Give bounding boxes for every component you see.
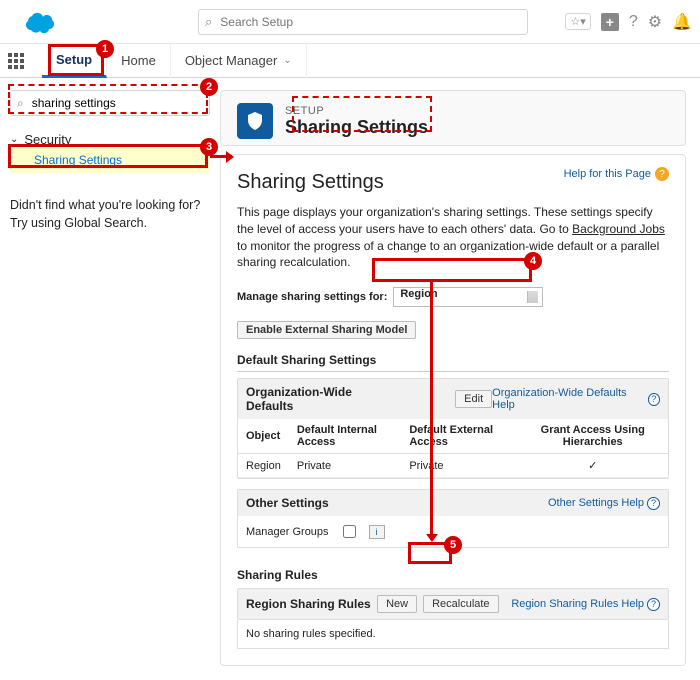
help-icon: ?	[655, 167, 669, 181]
new-sharing-rule-button[interactable]: New	[377, 595, 417, 613]
search-icon: ⌕	[17, 96, 24, 111]
salesforce-cloud-icon	[22, 10, 58, 34]
section-sharing-rules: Sharing Rules	[237, 568, 669, 582]
chevron-down-icon: ⌄	[10, 134, 18, 145]
sidebar-hint: Didn't find what you're looking for? Try…	[10, 197, 210, 232]
page-header: SETUP Sharing Settings	[220, 90, 686, 146]
rules-title: Region Sharing Rules	[246, 597, 371, 611]
tab-setup[interactable]: Setup	[42, 44, 107, 78]
rules-empty: No sharing rules specified.	[237, 620, 669, 649]
help-icon[interactable]: ?	[629, 13, 638, 31]
manage-for-label: Manage sharing settings for:	[237, 291, 387, 303]
page-title: Sharing Settings	[285, 117, 428, 138]
chevron-down-icon: ⌄	[283, 55, 291, 66]
owd-help-link[interactable]: Organization-Wide Defaults Help?	[492, 387, 660, 411]
tree-section-security[interactable]: ⌄ Security	[10, 132, 210, 147]
search-icon: ⌕	[205, 14, 212, 30]
owd-edit-button[interactable]: Edit	[455, 390, 492, 408]
nav-tabs: Setup Home Object Manager⌄	[0, 44, 700, 78]
info-icon[interactable]: i	[369, 525, 385, 539]
page-description: This page displays your organization's s…	[237, 204, 669, 271]
tree-item-sharing-settings[interactable]: Sharing Settings	[10, 147, 210, 173]
create-button[interactable]: +	[601, 13, 619, 31]
manager-groups-label: Manager Groups	[246, 526, 329, 538]
recalculate-button[interactable]: Recalculate	[423, 595, 498, 613]
other-settings-title: Other Settings	[246, 496, 329, 510]
help-icon: ?	[647, 598, 660, 611]
quick-find[interactable]: ⌕	[10, 90, 210, 116]
favorites-button[interactable]: ☆▾	[565, 13, 590, 30]
shield-icon	[237, 103, 273, 139]
global-search-input[interactable]	[218, 14, 521, 30]
notifications-icon[interactable]: 🔔	[672, 12, 692, 32]
quick-find-input[interactable]	[30, 95, 203, 111]
setup-sidebar: ⌕ ⌄ Security Sharing Settings Didn't fin…	[0, 78, 220, 680]
tab-home[interactable]: Home	[107, 44, 171, 78]
main-content: Help for this Page? Sharing Settings Thi…	[220, 154, 686, 666]
app-launcher-icon[interactable]	[8, 53, 32, 69]
global-header: ⌕ ☆▾ + ? ⚙ 🔔	[0, 0, 700, 44]
org-wide-defaults-panel: Organization-Wide Defaults Edit Organiza…	[237, 378, 669, 479]
other-settings-panel: Other Settings Other Settings Help? Mana…	[237, 489, 669, 548]
tab-object-manager[interactable]: Object Manager⌄	[171, 44, 307, 78]
global-search[interactable]: ⌕	[198, 9, 528, 35]
rules-help-link[interactable]: Region Sharing Rules Help?	[511, 598, 660, 611]
gear-icon[interactable]: ⚙	[648, 12, 662, 32]
owd-table: Object Default Internal Access Default E…	[238, 419, 668, 478]
table-row: Region Private Private ✓	[238, 454, 668, 478]
manager-groups-checkbox[interactable]	[343, 525, 356, 538]
breadcrumb: SETUP	[285, 105, 428, 117]
background-jobs-link[interactable]: Background Jobs	[572, 222, 665, 236]
region-sharing-rules-panel: Region Sharing Rules New Recalculate Reg…	[237, 588, 669, 620]
enable-external-sharing-button[interactable]: Enable External Sharing Model	[237, 321, 416, 339]
section-default-sharing: Default Sharing Settings	[237, 353, 669, 372]
manage-for-select[interactable]: Region	[393, 287, 543, 307]
header-actions: ☆▾ + ? ⚙ 🔔	[565, 12, 692, 32]
owd-title: Organization-Wide Defaults	[246, 385, 395, 413]
help-icon: ?	[647, 497, 660, 510]
help-icon: ?	[648, 393, 660, 406]
other-settings-help-link[interactable]: Other Settings Help?	[548, 497, 660, 510]
help-for-page-link[interactable]: Help for this Page?	[564, 167, 669, 181]
